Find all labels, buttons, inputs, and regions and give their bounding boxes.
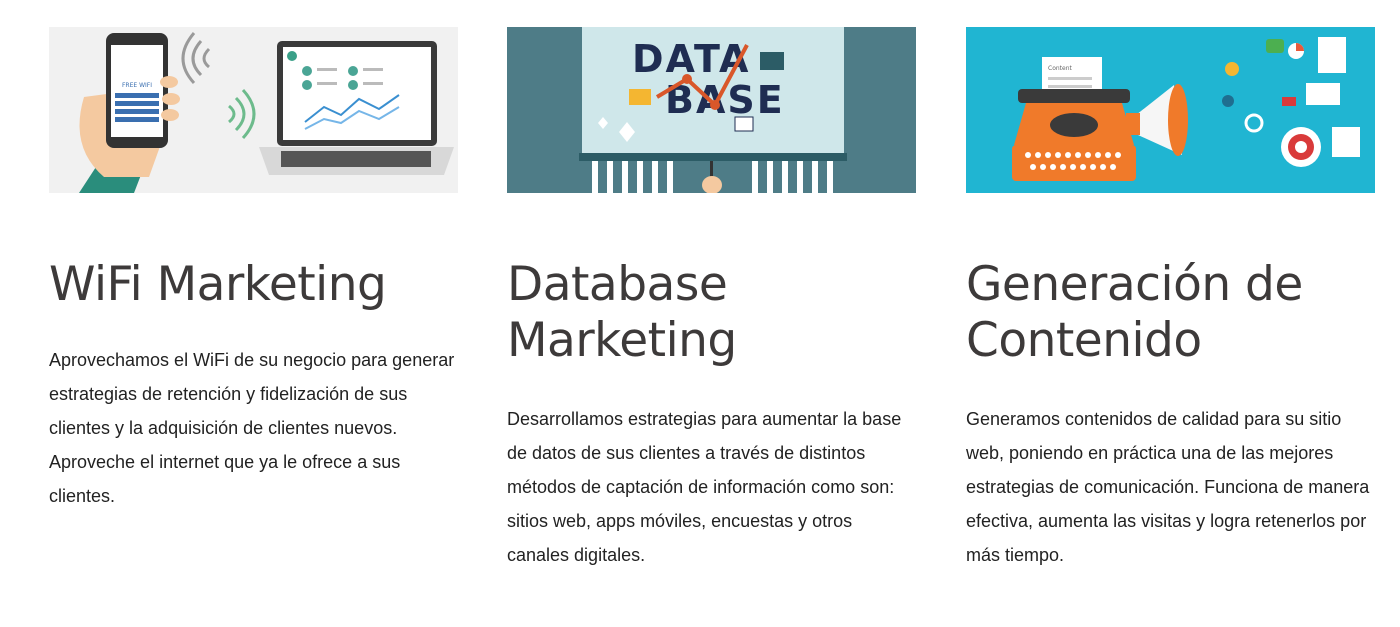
wifi-marketing-illustration: FREE WIFI [49, 27, 458, 193]
card-title: WiFi Marketing [49, 257, 387, 312]
service-card-wifi-marketing: FREE WIFI WiFi Marketing Aprovechamos el… [49, 27, 458, 506]
card-title: Database Marketing [507, 257, 737, 368]
free-wifi-label: FREE WIFI [122, 82, 152, 89]
service-card-database-marketing: DATA BASE Database Marketing Desarrollam… [507, 27, 916, 565]
card-title: Generación de Contenido [966, 257, 1303, 368]
service-card-generacion-contenido: Content Generación de Contenido Generamo… [966, 27, 1375, 565]
content-generation-illustration: Content [966, 27, 1375, 193]
card-description: Aprovechamos el WiFi de su negocio para … [49, 350, 455, 506]
card-description: Generamos contenidos de calidad para su … [966, 409, 1370, 565]
content-paper-label: Content [1048, 65, 1073, 72]
card-description: Desarrollamos estrategias para aumentar … [507, 409, 902, 565]
database-marketing-illustration: DATA BASE [507, 27, 916, 193]
